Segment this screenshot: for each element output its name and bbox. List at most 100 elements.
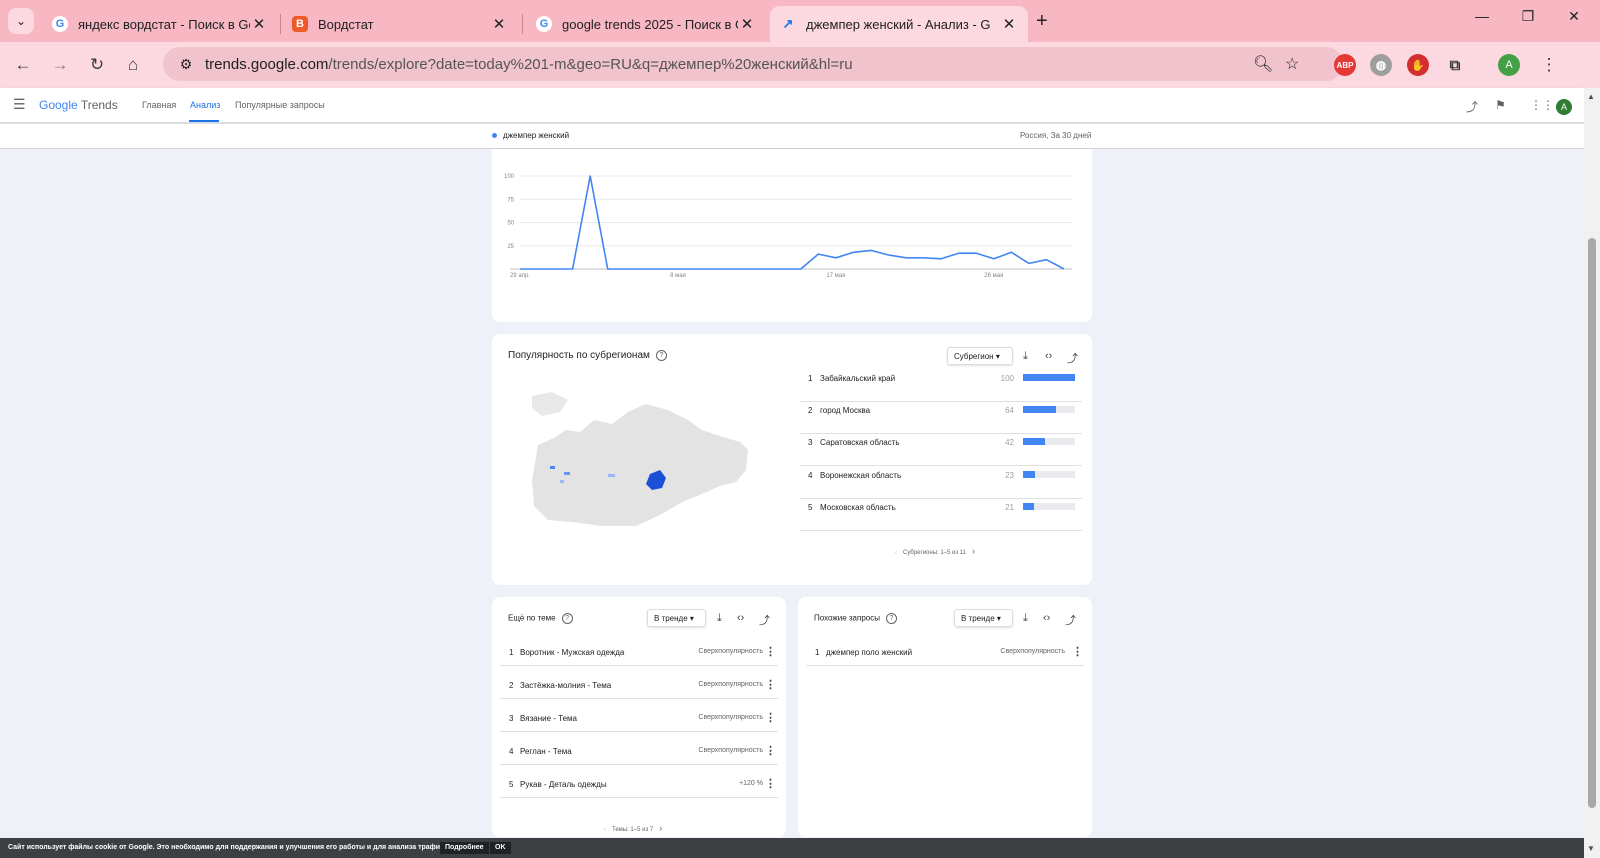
topics-filter-select[interactable]: В тренде ▾ bbox=[647, 609, 706, 627]
topic-row-1[interactable]: 1 Воротник - Мужская одежда Сверхпопулярно… bbox=[500, 634, 778, 666]
scrollbar-thumb[interactable] bbox=[1588, 238, 1596, 808]
more-options-icon[interactable]: ⋮ bbox=[1072, 645, 1083, 658]
embed-code-icon[interactable]: ‹› bbox=[1043, 612, 1050, 624]
topic-row-5[interactable]: 5 Рукав - Деталь одежды +120 % ⋮ bbox=[500, 766, 778, 798]
page-scrollbar[interactable]: ▲ ▼ bbox=[1584, 88, 1600, 858]
subregion-pager: ‹ Субрегионы: 1–5 из 11 › bbox=[895, 546, 975, 556]
region-value: 21 bbox=[1005, 503, 1014, 512]
subregion-row-3[interactable]: 3 Саратовская область 42 bbox=[800, 434, 1082, 466]
close-tab-icon[interactable]: ✕ bbox=[490, 15, 508, 33]
url-text[interactable]: trends.google.com/trends/explore?date=to… bbox=[205, 56, 853, 73]
query-row-1[interactable]: 1 джемпер поло женский Сверхпопулярность ⋮ bbox=[806, 634, 1084, 666]
bookmark-star-icon[interactable]: ☆ bbox=[1285, 54, 1299, 74]
cookie-ok-button[interactable]: OK bbox=[490, 842, 511, 854]
trends-header: ☰ Google Trends Главная Анализ Популярны… bbox=[0, 88, 1584, 123]
tab-title: google trends 2025 - Поиск в G bbox=[562, 16, 738, 32]
prev-page-icon[interactable]: ‹ bbox=[895, 550, 897, 556]
browser-tab-google-search[interactable]: G яндекс вордстат - Поиск в Goo ✕ bbox=[42, 6, 278, 42]
nav-trending-searches[interactable]: Популярные запросы bbox=[235, 100, 325, 110]
profile-avatar[interactable]: A bbox=[1498, 54, 1520, 76]
help-icon[interactable]: ? bbox=[655, 350, 667, 361]
apps-grid-icon[interactable]: ⋮⋮ bbox=[1530, 98, 1554, 112]
related-topics-card: Ещё по теме? В тренде ▾ ⤓ ‹› ⤴ 1 Воротник… bbox=[492, 597, 786, 837]
topic-row-2[interactable]: 2 Застёжка-молния - Тема Сверхпопулярность… bbox=[500, 667, 778, 699]
help-icon[interactable]: ? bbox=[885, 613, 897, 624]
region-highlight[interactable] bbox=[608, 474, 615, 477]
google-trends-logo[interactable]: Google Trends bbox=[39, 98, 118, 112]
embed-code-icon[interactable]: ‹› bbox=[737, 612, 744, 624]
browser-tab-google-trends-search[interactable]: G google trends 2025 - Поиск в G ✕ bbox=[526, 6, 766, 42]
value-bar bbox=[1023, 438, 1075, 445]
share-icon[interactable]: ⤴ bbox=[1466, 98, 1478, 115]
url-path: /trends/explore?date=today%201-m&geo=RU&… bbox=[328, 55, 853, 73]
close-tab-icon[interactable]: ✕ bbox=[738, 15, 756, 33]
search-term-label: джемпер женский bbox=[503, 131, 570, 140]
more-options-icon[interactable]: ⋮ bbox=[765, 678, 776, 691]
download-csv-icon[interactable]: ⤓ bbox=[717, 612, 722, 625]
embed-code-icon[interactable]: ‹› bbox=[1045, 350, 1052, 362]
back-icon[interactable]: ← bbox=[12, 54, 34, 76]
address-bar[interactable]: ⚙ trends.google.com/trends/explore?date=… bbox=[163, 47, 1343, 81]
close-tab-icon[interactable]: ✕ bbox=[1000, 15, 1018, 33]
home-icon[interactable]: ⌂ bbox=[122, 54, 144, 76]
zoom-icon[interactable]: 🔍︎ bbox=[1253, 54, 1273, 74]
x-tick-label: 8 мая bbox=[670, 273, 686, 279]
close-tab-icon[interactable]: ✕ bbox=[250, 15, 268, 33]
new-tab-icon[interactable]: + bbox=[1036, 10, 1048, 33]
cookie-more-button[interactable]: Подробнее bbox=[440, 842, 489, 854]
tab-search-dropdown-icon[interactable]: ⌄ bbox=[8, 8, 34, 34]
more-options-icon[interactable]: ⋮ bbox=[765, 777, 776, 790]
adblock-plus-icon[interactable]: ABP bbox=[1334, 54, 1356, 76]
prev-page-icon[interactable]: ‹ bbox=[604, 827, 606, 833]
next-page-icon[interactable]: › bbox=[972, 546, 975, 556]
logo-trends-text: Trends bbox=[80, 98, 118, 112]
more-options-icon[interactable]: ⋮ bbox=[765, 711, 776, 724]
hamburger-menu-icon[interactable]: ☰ bbox=[13, 96, 26, 113]
topic-row-3[interactable]: 3 Вязание - Тема Сверхпопулярность ⋮ bbox=[500, 700, 778, 732]
russia-region-map[interactable] bbox=[532, 390, 752, 530]
browser-tab-wordstat[interactable]: B Вордстат ✕ bbox=[282, 6, 518, 42]
subregion-row-5[interactable]: 5 Московская область 21 bbox=[800, 499, 1082, 531]
help-icon[interactable]: ? bbox=[561, 613, 573, 624]
forward-icon[interactable]: → bbox=[49, 54, 71, 76]
region-highlight[interactable] bbox=[550, 466, 555, 469]
topics-pager: ‹ Темы: 1–5 из 7 › bbox=[604, 823, 662, 833]
globe-extension-icon[interactable]: ◍ bbox=[1370, 54, 1392, 76]
scroll-up-icon[interactable]: ▲ bbox=[1587, 92, 1595, 101]
nav-explore[interactable]: Анализ bbox=[190, 100, 220, 110]
region-name: Забайкальский край bbox=[820, 374, 896, 383]
restore-icon[interactable]: ❐ bbox=[1513, 8, 1543, 25]
region-highlight[interactable] bbox=[560, 480, 564, 483]
share-icon[interactable]: ⤴ bbox=[1065, 612, 1076, 628]
interest-line-chart[interactable]: 100 75 50 25 29 апр. 8 мая 17 мая 26 мая bbox=[492, 149, 1092, 322]
subregion-row-4[interactable]: 4 Воронежская область 23 bbox=[800, 467, 1082, 499]
queries-select-value: В тренде bbox=[961, 614, 995, 623]
extensions-puzzle-icon[interactable]: ⧉ bbox=[1444, 54, 1466, 76]
reload-icon[interactable]: ↻ bbox=[86, 54, 108, 76]
download-csv-icon[interactable]: ⤓ bbox=[1023, 612, 1028, 625]
topic-value: Сверхпопулярность bbox=[698, 747, 763, 754]
minimize-icon[interactable]: — bbox=[1467, 8, 1497, 24]
y-tick-label: 25 bbox=[507, 244, 514, 250]
download-csv-icon[interactable]: ⤓ bbox=[1023, 350, 1028, 363]
queries-filter-select[interactable]: В тренде ▾ bbox=[954, 609, 1013, 627]
subregion-row-1[interactable]: 1 Забайкальский край 100 bbox=[800, 370, 1082, 402]
browser-tab-trends-analysis[interactable]: ↗ джемпер женский - Анализ - G ✕ bbox=[770, 6, 1028, 42]
site-settings-icon[interactable]: ⚙ bbox=[171, 56, 201, 73]
close-window-icon[interactable]: ✕ bbox=[1559, 8, 1589, 25]
share-icon[interactable]: ⤴ bbox=[1067, 350, 1078, 366]
more-options-icon[interactable]: ⋮ bbox=[765, 645, 776, 658]
subregion-resolution-select[interactable]: Субрегион ▾ bbox=[947, 347, 1013, 365]
more-options-icon[interactable]: ⋮ bbox=[765, 744, 776, 757]
share-icon[interactable]: ⤴ bbox=[759, 612, 770, 628]
feedback-icon[interactable]: ⚑ bbox=[1495, 98, 1506, 112]
nav-home[interactable]: Главная bbox=[142, 100, 176, 110]
stop-hand-extension-icon[interactable]: ✋ bbox=[1407, 54, 1429, 76]
region-highlight[interactable] bbox=[564, 472, 570, 475]
next-page-icon[interactable]: › bbox=[659, 823, 662, 833]
subregion-row-2[interactable]: 2 город Москва 64 bbox=[800, 402, 1082, 434]
topic-row-4[interactable]: 4 Реглан - Тема Сверхпопулярность ⋮ bbox=[500, 733, 778, 765]
scroll-down-icon[interactable]: ▼ bbox=[1587, 844, 1595, 853]
account-avatar[interactable]: A bbox=[1556, 99, 1572, 115]
browser-menu-icon[interactable]: ⋮ bbox=[1538, 54, 1560, 76]
